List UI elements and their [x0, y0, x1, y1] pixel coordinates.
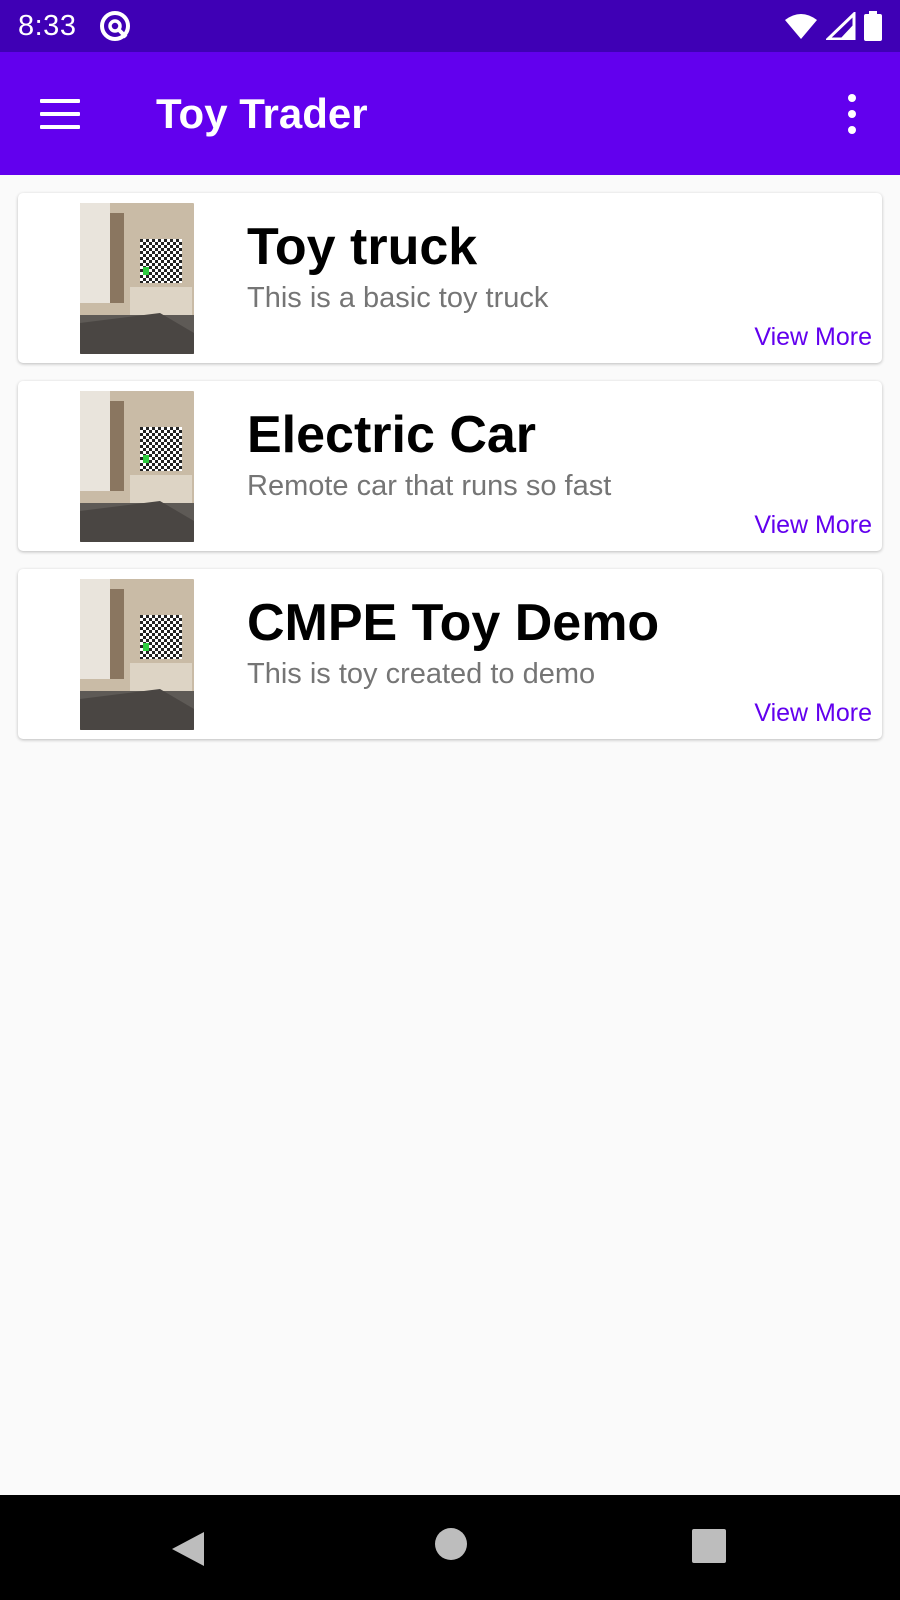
recents-icon[interactable] [692, 1529, 726, 1563]
toy-title: CMPE Toy Demo [247, 594, 660, 652]
view-more-button[interactable]: View More [754, 323, 872, 352]
toy-description: This is a basic toy truck [247, 282, 549, 314]
toy-description: Remote car that runs so fast [247, 470, 612, 502]
view-more-button[interactable]: View More [754, 511, 872, 540]
status-icons [784, 11, 882, 41]
toy-title: Toy truck [247, 218, 478, 276]
toy-card[interactable]: Toy truck This is a basic toy truck View… [18, 193, 882, 363]
toy-list: Toy truck This is a basic toy truck View… [18, 193, 882, 757]
signal-icon [826, 12, 856, 40]
app-bar: Toy Trader [0, 52, 900, 175]
toy-title: Electric Car [247, 406, 537, 464]
back-icon[interactable] [170, 1530, 206, 1568]
status-bar: 8:33 [0, 0, 900, 52]
toy-card[interactable]: Electric Car Remote car that runs so fas… [18, 381, 882, 551]
sync-icon [100, 11, 131, 41]
status-time: 8:33 [18, 9, 77, 42]
toy-card[interactable]: CMPE Toy Demo This is toy created to dem… [18, 569, 882, 739]
battery-icon [864, 11, 882, 41]
toy-description: This is toy created to demo [247, 658, 596, 690]
app-title: Toy Trader [156, 89, 368, 137]
toy-thumbnail-image [80, 391, 194, 542]
system-nav-bar [0, 1495, 900, 1600]
menu-icon[interactable] [40, 98, 80, 129]
home-icon[interactable] [434, 1527, 468, 1561]
toy-thumbnail-image [80, 203, 194, 354]
overflow-menu-icon[interactable] [842, 93, 862, 134]
toy-thumbnail-image [80, 579, 194, 730]
wifi-icon [785, 14, 817, 39]
view-more-button[interactable]: View More [754, 699, 872, 728]
